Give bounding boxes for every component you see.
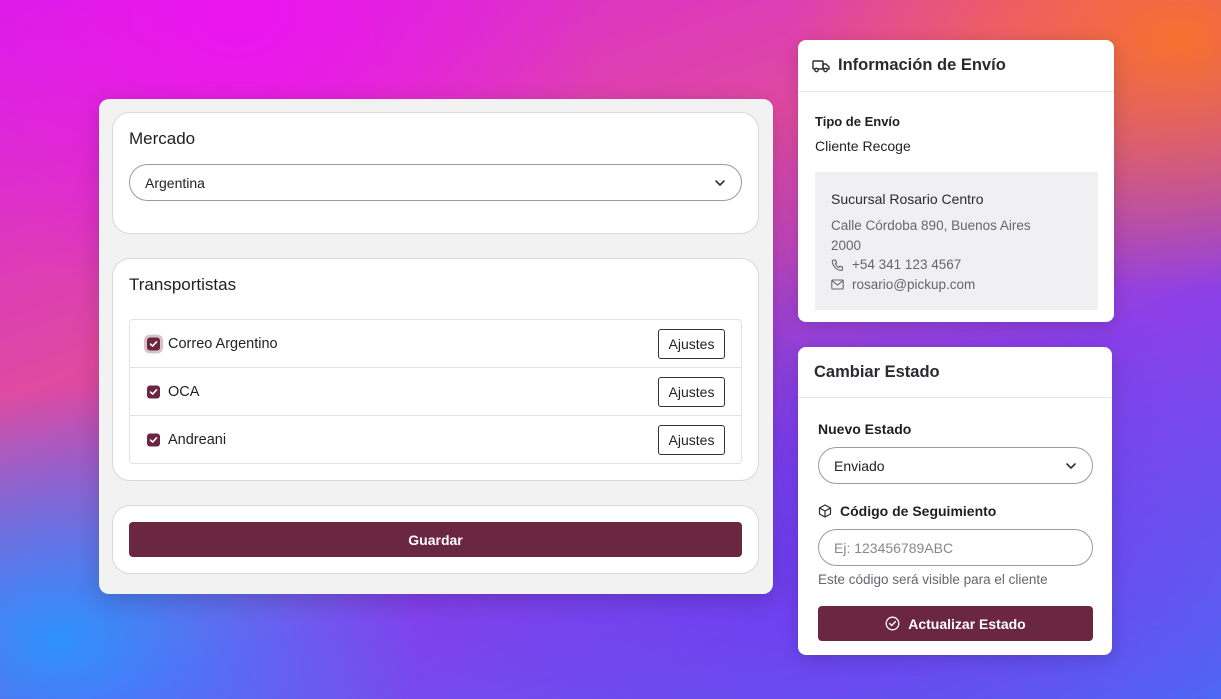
change-status-header: Cambiar Estado xyxy=(798,347,1112,398)
chevron-down-icon xyxy=(1066,462,1076,469)
save-card: Guardar xyxy=(112,505,759,574)
market-select[interactable]: Argentina xyxy=(129,164,742,201)
carrier-checkbox-correo-argentino[interactable] xyxy=(147,337,160,350)
tracking-label: Código de Seguimiento xyxy=(840,503,997,519)
check-icon xyxy=(149,340,158,347)
carrier-settings-button[interactable]: Ajustes xyxy=(658,425,725,455)
branch-email: rosario@pickup.com xyxy=(852,277,976,292)
package-icon xyxy=(818,504,832,518)
check-icon xyxy=(149,388,158,395)
carriers-title: Transportistas xyxy=(129,275,237,294)
carrier-name: OCA xyxy=(168,383,200,400)
new-state-select[interactable]: Enviado xyxy=(818,447,1093,484)
market-title: Mercado xyxy=(129,129,196,148)
carrier-settings-button[interactable]: Ajustes xyxy=(658,376,725,407)
settings-panel: Mercado Argentina Transportistas Correo … xyxy=(99,99,773,594)
tracking-code-placeholder: Ej: 123456789ABC xyxy=(834,539,954,556)
carrier-checkbox-oca[interactable] xyxy=(147,385,160,398)
branch-address-line1: Calle Córdoba 890, Buenos Aires xyxy=(831,218,1031,233)
new-state-value: Enviado xyxy=(834,457,885,474)
update-status-button[interactable]: Actualizar Estado xyxy=(818,606,1093,641)
shipping-info-title: Información de Envío xyxy=(838,56,1006,74)
change-status-title: Cambiar Estado xyxy=(814,362,940,381)
tracking-help-text: Este código será visible para el cliente xyxy=(818,572,1048,587)
branch-box: Sucursal Rosario Centro Calle Córdoba 89… xyxy=(815,172,1098,310)
branch-name: Sucursal Rosario Centro xyxy=(831,191,984,207)
shipping-type-value: Cliente Recoge xyxy=(815,138,911,154)
market-card: Mercado Argentina xyxy=(112,112,759,234)
carriers-card: Transportistas Correo Argentino Ajustes … xyxy=(112,258,759,481)
shipping-info-header: Información de Envío xyxy=(798,40,1114,92)
check-icon xyxy=(149,437,158,443)
save-button[interactable]: Guardar xyxy=(129,522,742,557)
branch-phone: +54 341 123 4567 xyxy=(852,257,962,272)
market-select-value: Argentina xyxy=(145,174,205,191)
phone-icon xyxy=(831,259,844,272)
shipping-type-label: Tipo de Envío xyxy=(815,114,900,129)
tracking-code-input[interactable]: Ej: 123456789ABC xyxy=(818,529,1093,566)
carrier-name: Correo Argentino xyxy=(168,335,278,352)
truck-icon xyxy=(812,59,830,72)
check-circle-icon xyxy=(885,616,900,631)
carrier-checkbox-andreani[interactable] xyxy=(147,433,160,447)
carrier-row-correo-argentino: Correo Argentino Ajustes xyxy=(130,320,741,368)
shipping-info-card: Información de Envío Tipo de Envío Clien… xyxy=(798,40,1114,322)
carrier-name: Andreani xyxy=(168,432,227,448)
update-status-label: Actualizar Estado xyxy=(908,615,1026,632)
carrier-settings-button[interactable]: Ajustes xyxy=(658,328,725,359)
chevron-down-icon xyxy=(715,179,725,186)
change-status-card: Cambiar Estado Nuevo Estado Enviado Códi… xyxy=(798,347,1112,655)
branch-address-line2: 2000 xyxy=(831,238,862,253)
carrier-row-andreani: Andreani Ajustes xyxy=(130,416,741,464)
carrier-row-oca: OCA Ajustes xyxy=(130,368,741,416)
carrier-list: Correo Argentino Ajustes OCA Ajustes And… xyxy=(129,319,742,464)
new-state-label: Nuevo Estado xyxy=(818,421,912,437)
mail-icon xyxy=(831,279,844,290)
